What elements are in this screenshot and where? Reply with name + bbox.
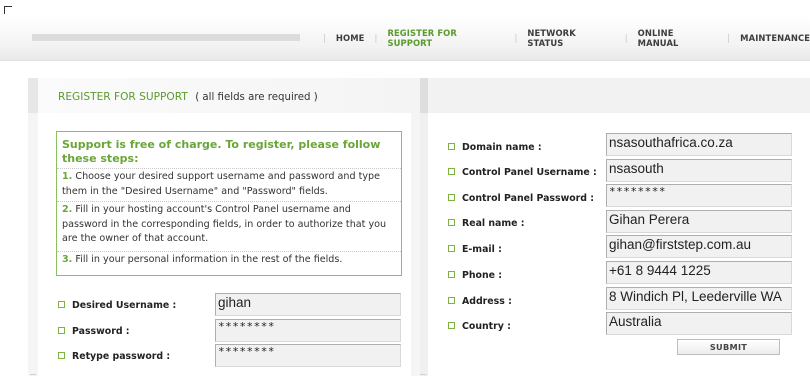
real-name-label: Real name : [448,218,525,229]
address-label: Address : [448,296,512,307]
bullet-icon [448,322,455,329]
retype-password-label: Retype password : [58,351,170,362]
step-number: 1. [62,171,73,182]
step-number: 3. [62,254,73,265]
step-text: Choose your desired support username and… [62,171,381,197]
instructions-step-2: 2. Fill in your hosting account's Contro… [62,203,398,247]
bullet-icon [448,219,455,226]
nav-separator: | [323,33,326,43]
nav-register-for-support[interactable]: REGISTER FOR SUPPORT [387,28,504,48]
email-label: E-mail : [448,244,502,255]
bullet-icon [448,143,455,150]
column-divider [420,113,428,376]
real-name-input[interactable]: Gihan Perera [606,210,792,233]
control-panel-password-label: Control Panel Password : [448,193,594,204]
step-text: Fill in your hosting account's Control P… [62,204,387,244]
nav-separator: | [727,33,731,43]
nav-online-manual[interactable]: ONLINE MANUAL [638,28,718,48]
desired-username-input[interactable]: gihan [215,293,401,316]
control-panel-password-input[interactable]: ******** [606,184,792,207]
nav-separator: | [624,33,628,43]
retype-password-input[interactable]: ******** [215,344,401,367]
bullet-icon [448,194,455,201]
main-nav: | HOME | REGISTER FOR SUPPORT | NETWORK … [313,28,810,48]
divider [57,201,401,202]
submit-button[interactable]: SUBMIT [677,339,780,355]
address-input[interactable]: 8 Windich Pl, Leederville WA [606,287,792,310]
nav-home[interactable]: HOME [336,33,365,43]
divider [57,251,401,252]
instructions-step-3: 3. Fill in your personal information in … [62,253,398,268]
control-panel-username-input[interactable]: nsasouth [606,159,792,182]
control-panel-username-label: Control Panel Username : [448,167,597,178]
bullet-icon [58,352,65,359]
decorative-tick [420,374,426,375]
bullet-icon [58,327,65,334]
nav-separator: | [374,33,378,43]
instructions-heading: Support is free of charge. To register, … [62,138,381,165]
password-label: Password : [58,326,130,337]
country-select[interactable]: Australia [606,312,792,335]
country-label: Country : [448,321,511,332]
email-input[interactable]: gihan@firststep.com.au [606,235,792,258]
page-title-text: REGISTER FOR SUPPORT [58,91,188,103]
instructions-box: Support is free of charge. To register, … [56,131,402,276]
bullet-icon [448,297,455,304]
domain-name-label: Domain name : [448,142,542,153]
page-title: REGISTER FOR SUPPORT ( all fields are re… [58,91,318,103]
logo-placeholder-bar [32,34,300,41]
bullet-icon [448,271,455,278]
instructions-step-1: 1. Choose your desired support username … [62,170,398,199]
phone-label: Phone : [448,270,502,281]
desired-username-label: Desired Username : [58,300,176,311]
phone-input[interactable]: +61 8 9444 1225 [606,261,792,284]
title-band-divider [420,78,428,113]
nav-separator: | [514,33,518,43]
page-subtitle: ( all fields are required ) [195,92,318,103]
domain-name-input[interactable]: nsasouthafrica.co.za [606,133,792,156]
step-text: Fill in your personal information in the… [75,254,343,265]
decorative-tick [30,374,36,375]
step-number: 2. [62,204,73,215]
divider [57,168,401,169]
bullet-icon [58,301,65,308]
nav-network-status[interactable]: NETWORK STATUS [527,28,614,48]
password-input[interactable]: ******** [215,319,401,342]
bullet-icon [448,168,455,175]
bullet-icon [448,245,455,252]
corner-mark [4,6,12,14]
nav-maintenance[interactable]: MAINTENANCE [740,33,810,43]
